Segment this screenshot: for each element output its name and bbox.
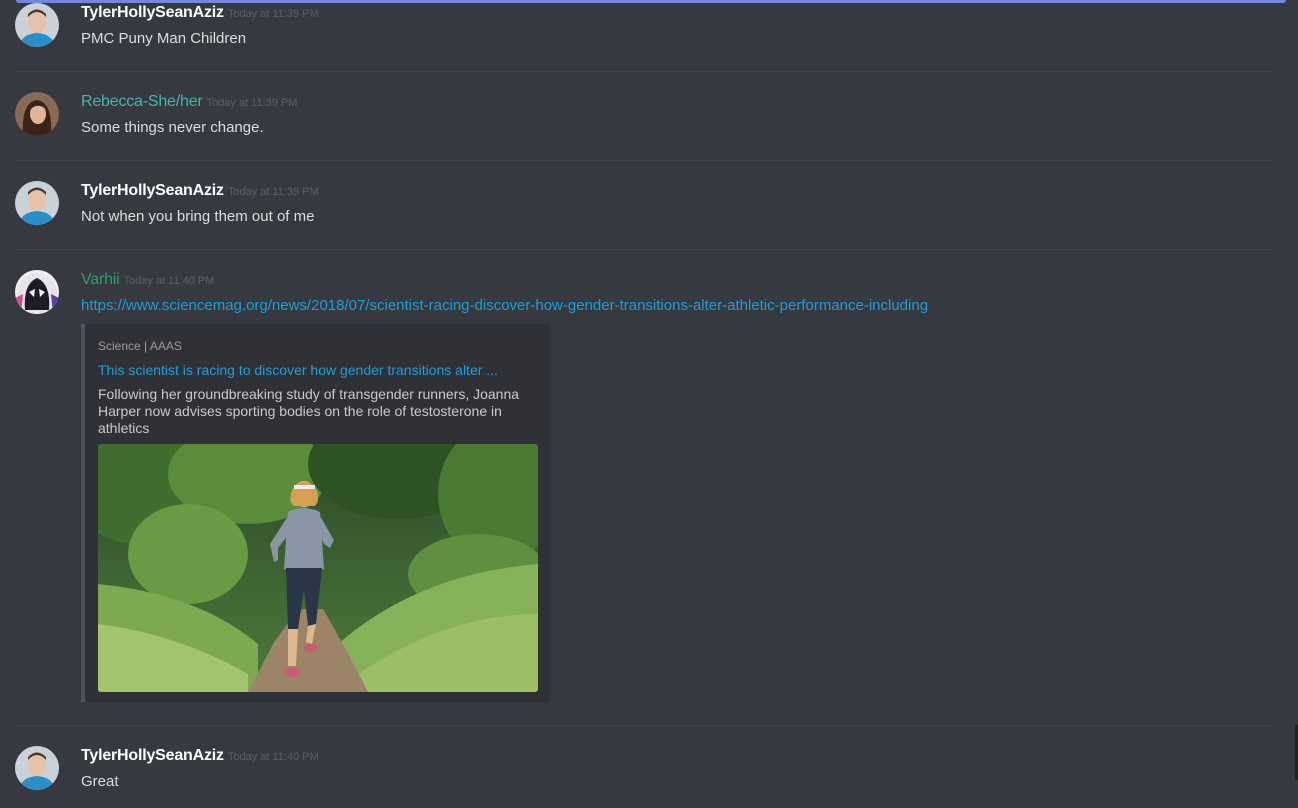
timestamp: Today at 11:39 PM	[206, 97, 298, 109]
message-header: TylerHollySeanAziz Today at 11:39 PM	[81, 4, 319, 26]
avatar[interactable]	[15, 746, 59, 790]
spider-gwen-avatar-icon	[15, 270, 59, 314]
new-messages-bar	[16, 0, 1286, 3]
timestamp: Today at 11:39 PM	[227, 186, 319, 198]
embed-image[interactable]	[98, 444, 538, 692]
avatar[interactable]	[15, 181, 59, 225]
message-text: Not when you bring them out of me	[81, 208, 315, 225]
woman-avatar-icon	[15, 92, 59, 136]
man-avatar-icon	[15, 3, 59, 47]
avatar[interactable]	[15, 270, 59, 314]
username[interactable]: TylerHollySeanAziz	[81, 747, 224, 764]
message-divider	[16, 725, 1272, 726]
message-text: Great	[81, 773, 119, 790]
username[interactable]: Rebecca-She/her	[81, 93, 203, 110]
message-header: TylerHollySeanAziz Today at 11:39 PM	[81, 182, 319, 204]
embed-provider[interactable]: Science | AAAS	[98, 339, 182, 353]
message-divider	[16, 249, 1272, 250]
username[interactable]: TylerHollySeanAziz	[81, 182, 224, 199]
message-divider	[16, 71, 1272, 72]
message-link[interactable]: https://www.sciencemag.org/news/2018/07/…	[81, 297, 928, 314]
username[interactable]: TylerHollySeanAziz	[81, 4, 224, 21]
timestamp: Today at 11:40 PM	[227, 751, 319, 763]
timestamp: Today at 11:39 PM	[227, 8, 319, 20]
avatar[interactable]	[15, 92, 59, 136]
embed-title[interactable]: This scientist is racing to discover how…	[98, 362, 498, 378]
link-embed: Science | AAAS This scientist is racing …	[81, 324, 550, 702]
man-avatar-icon	[15, 181, 59, 225]
message-header: Varhii Today at 11:40 PM	[81, 271, 214, 293]
username[interactable]: Varhii	[81, 271, 120, 288]
avatar[interactable]	[15, 3, 59, 47]
embed-description: Following her groundbreaking study of tr…	[98, 386, 520, 436]
message-divider	[16, 160, 1272, 161]
message-text: PMC Puny Man Children	[81, 30, 247, 47]
chat-window: TylerHollySeanAziz Today at 11:39 PM PMC …	[0, 0, 1298, 808]
message-header: TylerHollySeanAziz Today at 11:40 PM	[81, 747, 319, 769]
message-text: Some things never change.	[81, 119, 264, 136]
timestamp: Today at 11:40 PM	[123, 275, 215, 287]
runner-on-forest-trail-photo	[98, 444, 538, 692]
man-avatar-icon	[15, 746, 59, 790]
message-header: Rebecca-She/her Today at 11:39 PM	[81, 93, 297, 115]
